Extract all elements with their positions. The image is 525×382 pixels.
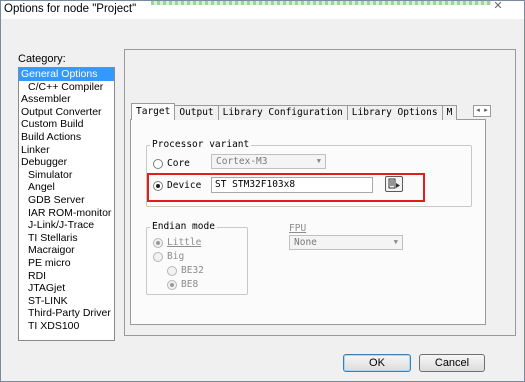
fpu-select-value: None — [294, 237, 317, 248]
category-list[interactable]: General Options C/C++ Compiler Assembler Ou… — [18, 67, 115, 341]
be8-radio[interactable] — [167, 280, 177, 290]
category-item[interactable]: TI XDS100 — [19, 320, 114, 333]
category-item[interactable]: Output Converter — [19, 106, 114, 119]
category-item[interactable]: Angel — [19, 181, 114, 194]
fpu-select[interactable]: None ▼ — [289, 235, 403, 250]
processor-variant-legend: Processor variant — [150, 139, 252, 150]
big-endian-label: Big — [167, 251, 185, 262]
title-bar: Options for node "Project" ✕ — [1, 1, 524, 19]
category-item[interactable]: Macraigor — [19, 244, 114, 257]
core-label: Core — [167, 158, 190, 169]
category-item[interactable]: JTAGjet — [19, 282, 114, 295]
chevron-down-icon: ▼ — [393, 238, 398, 246]
chevron-down-icon: ▼ — [316, 157, 321, 165]
category-item[interactable]: RDI — [19, 270, 114, 283]
be32-radio[interactable] — [167, 266, 177, 276]
device-highlight-annotation — [147, 173, 425, 202]
core-select-value: Cortex-M3 — [216, 156, 268, 167]
category-item[interactable]: Debugger — [19, 156, 114, 169]
be32-label: BE32 — [181, 265, 204, 276]
category-item[interactable]: GDB Server — [19, 194, 114, 207]
core-select[interactable]: Cortex-M3 ▼ — [211, 154, 326, 169]
little-endian-label: Little — [167, 237, 202, 248]
options-dialog: Options for node "Project" ✕ Category: G… — [0, 0, 525, 382]
tab-scroll-buttons[interactable]: ◂ ▸ — [473, 105, 491, 117]
tab-m[interactable]: M — [441, 105, 458, 120]
window-title: Options for node "Project" — [4, 3, 137, 15]
tab-target[interactable]: Target — [131, 103, 176, 120]
category-item[interactable]: Assembler — [19, 93, 114, 106]
tab-scroll-right-icon[interactable]: ▸ — [482, 106, 490, 116]
category-item[interactable]: Custom Build — [19, 118, 114, 131]
close-icon[interactable]: ✕ — [490, 1, 506, 13]
big-endian-radio[interactable] — [153, 252, 163, 262]
category-item[interactable]: PE micro — [19, 257, 114, 270]
category-item[interactable]: Third-Party Driver — [19, 307, 114, 320]
fpu-label: FPU — [289, 223, 307, 234]
category-item[interactable]: C/C++ Compiler — [19, 81, 114, 94]
be8-label: BE8 — [181, 279, 199, 290]
cancel-button[interactable]: Cancel — [419, 354, 485, 372]
category-item[interactable]: ST-LINK — [19, 295, 114, 308]
category-item[interactable]: IAR ROM-monitor — [19, 207, 114, 220]
tab-library-options[interactable]: Library Options — [346, 105, 443, 120]
category-item[interactable]: TI Stellaris — [19, 232, 114, 245]
tab-output[interactable]: Output — [174, 105, 219, 120]
category-label: Category: — [18, 53, 66, 65]
category-item[interactable]: Simulator — [19, 169, 114, 182]
category-item[interactable]: J-Link/J-Trace — [19, 219, 114, 232]
endian-mode-legend: Endian mode — [150, 221, 217, 232]
category-item[interactable]: Linker — [19, 144, 114, 157]
tab-strip: Target Output Library Configuration Library… — [131, 103, 458, 120]
core-radio[interactable] — [153, 159, 163, 169]
little-endian-radio[interactable] — [153, 238, 163, 248]
tab-scroll-left-icon[interactable]: ◂ — [474, 106, 482, 116]
category-item[interactable]: General Options — [19, 68, 114, 81]
category-item[interactable]: Build Actions — [19, 131, 114, 144]
ok-button[interactable]: OK — [343, 354, 411, 372]
tab-library-configuration[interactable]: Library Configuration — [217, 105, 348, 120]
title-bar-decoration — [151, 1, 491, 5]
